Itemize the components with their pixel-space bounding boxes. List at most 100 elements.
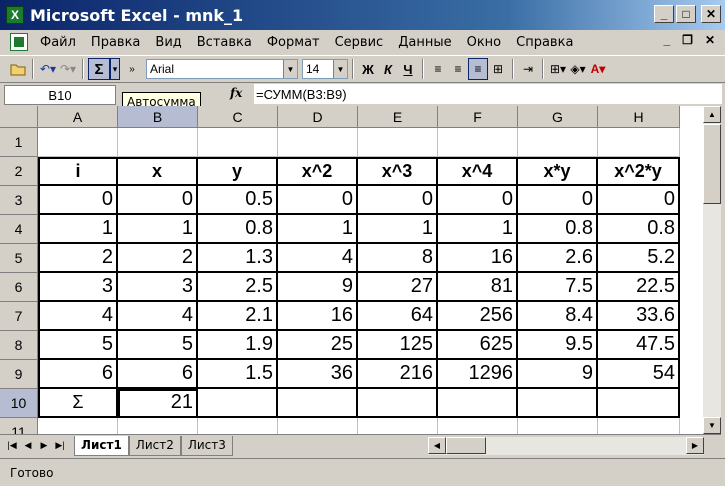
cell-h5[interactable]: 5.2 bbox=[598, 244, 680, 273]
cell-e7[interactable]: 64 bbox=[358, 302, 438, 331]
open-folder-icon[interactable] bbox=[8, 58, 28, 80]
doc-minimize-icon[interactable]: _ bbox=[663, 33, 670, 47]
cell-c10[interactable] bbox=[198, 389, 278, 418]
cell-g11[interactable] bbox=[518, 418, 598, 434]
row-header-6[interactable]: 6 bbox=[0, 273, 38, 302]
redo-icon[interactable]: ↷▾ bbox=[58, 58, 78, 80]
cell-c11[interactable] bbox=[198, 418, 278, 434]
cell-c5[interactable]: 1.3 bbox=[198, 244, 278, 273]
indent-icon[interactable]: ⇥ bbox=[518, 58, 538, 80]
toolbar-overflow-icon[interactable]: » bbox=[122, 58, 142, 80]
close-button[interactable]: ✕ bbox=[701, 5, 721, 23]
menu-insert[interactable]: Вставка bbox=[197, 35, 252, 50]
cell-c8[interactable]: 1.9 bbox=[198, 331, 278, 360]
cell-e5[interactable]: 8 bbox=[358, 244, 438, 273]
function-icon[interactable]: fx bbox=[230, 86, 242, 100]
cell-b3[interactable]: 0 bbox=[118, 186, 198, 215]
column-header-f[interactable]: F bbox=[438, 106, 518, 128]
cell-h1[interactable] bbox=[598, 128, 680, 157]
last-sheet-icon[interactable]: ▶| bbox=[52, 437, 68, 455]
menu-view[interactable]: Вид bbox=[155, 35, 181, 50]
cell-d8[interactable]: 25 bbox=[278, 331, 358, 360]
cell-f10[interactable] bbox=[438, 389, 518, 418]
row-header-3[interactable]: 3 bbox=[0, 186, 38, 215]
cell-b7[interactable]: 4 bbox=[118, 302, 198, 331]
row-header-10[interactable]: 10 bbox=[0, 389, 38, 418]
menu-edit[interactable]: Правка bbox=[91, 35, 140, 50]
cell-a5[interactable]: 2 bbox=[38, 244, 118, 273]
row-header-2[interactable]: 2 bbox=[0, 157, 38, 186]
cell-f6[interactable]: 81 bbox=[438, 273, 518, 302]
row-header-11[interactable]: 11 bbox=[0, 418, 38, 434]
sheet-tab-3[interactable]: Лист3 bbox=[180, 435, 233, 456]
excel-app-icon[interactable]: X bbox=[6, 6, 24, 24]
align-left-icon[interactable]: ≡ bbox=[428, 58, 448, 80]
select-all-corner[interactable] bbox=[0, 106, 38, 128]
cell-b5[interactable]: 2 bbox=[118, 244, 198, 273]
column-header-b[interactable]: B bbox=[118, 106, 198, 128]
cell-g2[interactable]: x*y bbox=[518, 157, 598, 186]
cell-g7[interactable]: 8.4 bbox=[518, 302, 598, 331]
cell-h11[interactable] bbox=[598, 418, 680, 434]
cell-h2[interactable]: x^2*y bbox=[598, 157, 680, 186]
cell-d11[interactable] bbox=[278, 418, 358, 434]
chevron-down-icon[interactable]: ▼ bbox=[333, 60, 347, 78]
menu-tools[interactable]: Сервис bbox=[335, 35, 384, 50]
cell-g5[interactable]: 2.6 bbox=[518, 244, 598, 273]
scroll-left-icon[interactable]: ◀ bbox=[428, 437, 446, 454]
cell-g8[interactable]: 9.5 bbox=[518, 331, 598, 360]
column-header-a[interactable]: A bbox=[38, 106, 118, 128]
cell-e6[interactable]: 27 bbox=[358, 273, 438, 302]
underline-button[interactable]: Ч bbox=[398, 58, 418, 80]
spreadsheet-grid[interactable]: A B C D E F G H 1 2 i x y x^2 x^3 x^4 x*y x^2*y 3 0 0 0.5 0 0 0 0… bbox=[0, 106, 703, 434]
cell-e2[interactable]: x^3 bbox=[358, 157, 438, 186]
cell-g9[interactable]: 9 bbox=[518, 360, 598, 389]
cell-e3[interactable]: 0 bbox=[358, 186, 438, 215]
cell-h9[interactable]: 54 bbox=[598, 360, 680, 389]
scroll-up-icon[interactable]: ▲ bbox=[703, 106, 721, 123]
cell-f7[interactable]: 256 bbox=[438, 302, 518, 331]
row-header-4[interactable]: 4 bbox=[0, 215, 38, 244]
cell-e9[interactable]: 216 bbox=[358, 360, 438, 389]
scroll-right-icon[interactable]: ▶ bbox=[686, 437, 704, 454]
cell-a1[interactable] bbox=[38, 128, 118, 157]
cell-d7[interactable]: 16 bbox=[278, 302, 358, 331]
cell-d1[interactable] bbox=[278, 128, 358, 157]
column-header-h[interactable]: H bbox=[598, 106, 680, 128]
column-header-d[interactable]: D bbox=[278, 106, 358, 128]
font-color-icon[interactable]: A▾ bbox=[588, 58, 608, 80]
cell-b11[interactable] bbox=[118, 418, 198, 434]
cell-h3[interactable]: 0 bbox=[598, 186, 680, 215]
cell-g3[interactable]: 0 bbox=[518, 186, 598, 215]
autosum-button[interactable]: Σ bbox=[88, 58, 110, 80]
cell-c2[interactable]: y bbox=[198, 157, 278, 186]
workbook-icon[interactable] bbox=[10, 33, 28, 51]
undo-icon[interactable]: ↶▾ bbox=[38, 58, 58, 80]
row-header-9[interactable]: 9 bbox=[0, 360, 38, 389]
cell-g10[interactable] bbox=[518, 389, 598, 418]
row-header-8[interactable]: 8 bbox=[0, 331, 38, 360]
scroll-down-icon[interactable]: ▼ bbox=[703, 417, 721, 434]
menu-file[interactable]: Файл bbox=[40, 35, 76, 50]
cell-f5[interactable]: 16 bbox=[438, 244, 518, 273]
row-header-1[interactable]: 1 bbox=[0, 128, 38, 157]
cell-d5[interactable]: 4 bbox=[278, 244, 358, 273]
cell-b4[interactable]: 1 bbox=[118, 215, 198, 244]
align-center-icon[interactable]: ≡ bbox=[448, 58, 468, 80]
cell-a10[interactable]: Σ bbox=[38, 389, 118, 418]
cell-c1[interactable] bbox=[198, 128, 278, 157]
cell-a11[interactable] bbox=[38, 418, 118, 434]
cell-c9[interactable]: 1.5 bbox=[198, 360, 278, 389]
cell-c3[interactable]: 0.5 bbox=[198, 186, 278, 215]
cell-g4[interactable]: 0.8 bbox=[518, 215, 598, 244]
row-header-5[interactable]: 5 bbox=[0, 244, 38, 273]
cell-g1[interactable] bbox=[518, 128, 598, 157]
vertical-scrollbar[interactable]: ▲ ▼ bbox=[703, 106, 721, 434]
name-box[interactable]: B10 bbox=[4, 85, 116, 105]
cell-h6[interactable]: 22.5 bbox=[598, 273, 680, 302]
maximize-button[interactable]: □ bbox=[676, 5, 696, 23]
cell-h7[interactable]: 33.6 bbox=[598, 302, 680, 331]
next-sheet-icon[interactable]: ▶ bbox=[36, 437, 52, 455]
borders-icon[interactable]: ⊞▾ bbox=[548, 58, 568, 80]
cell-f8[interactable]: 625 bbox=[438, 331, 518, 360]
